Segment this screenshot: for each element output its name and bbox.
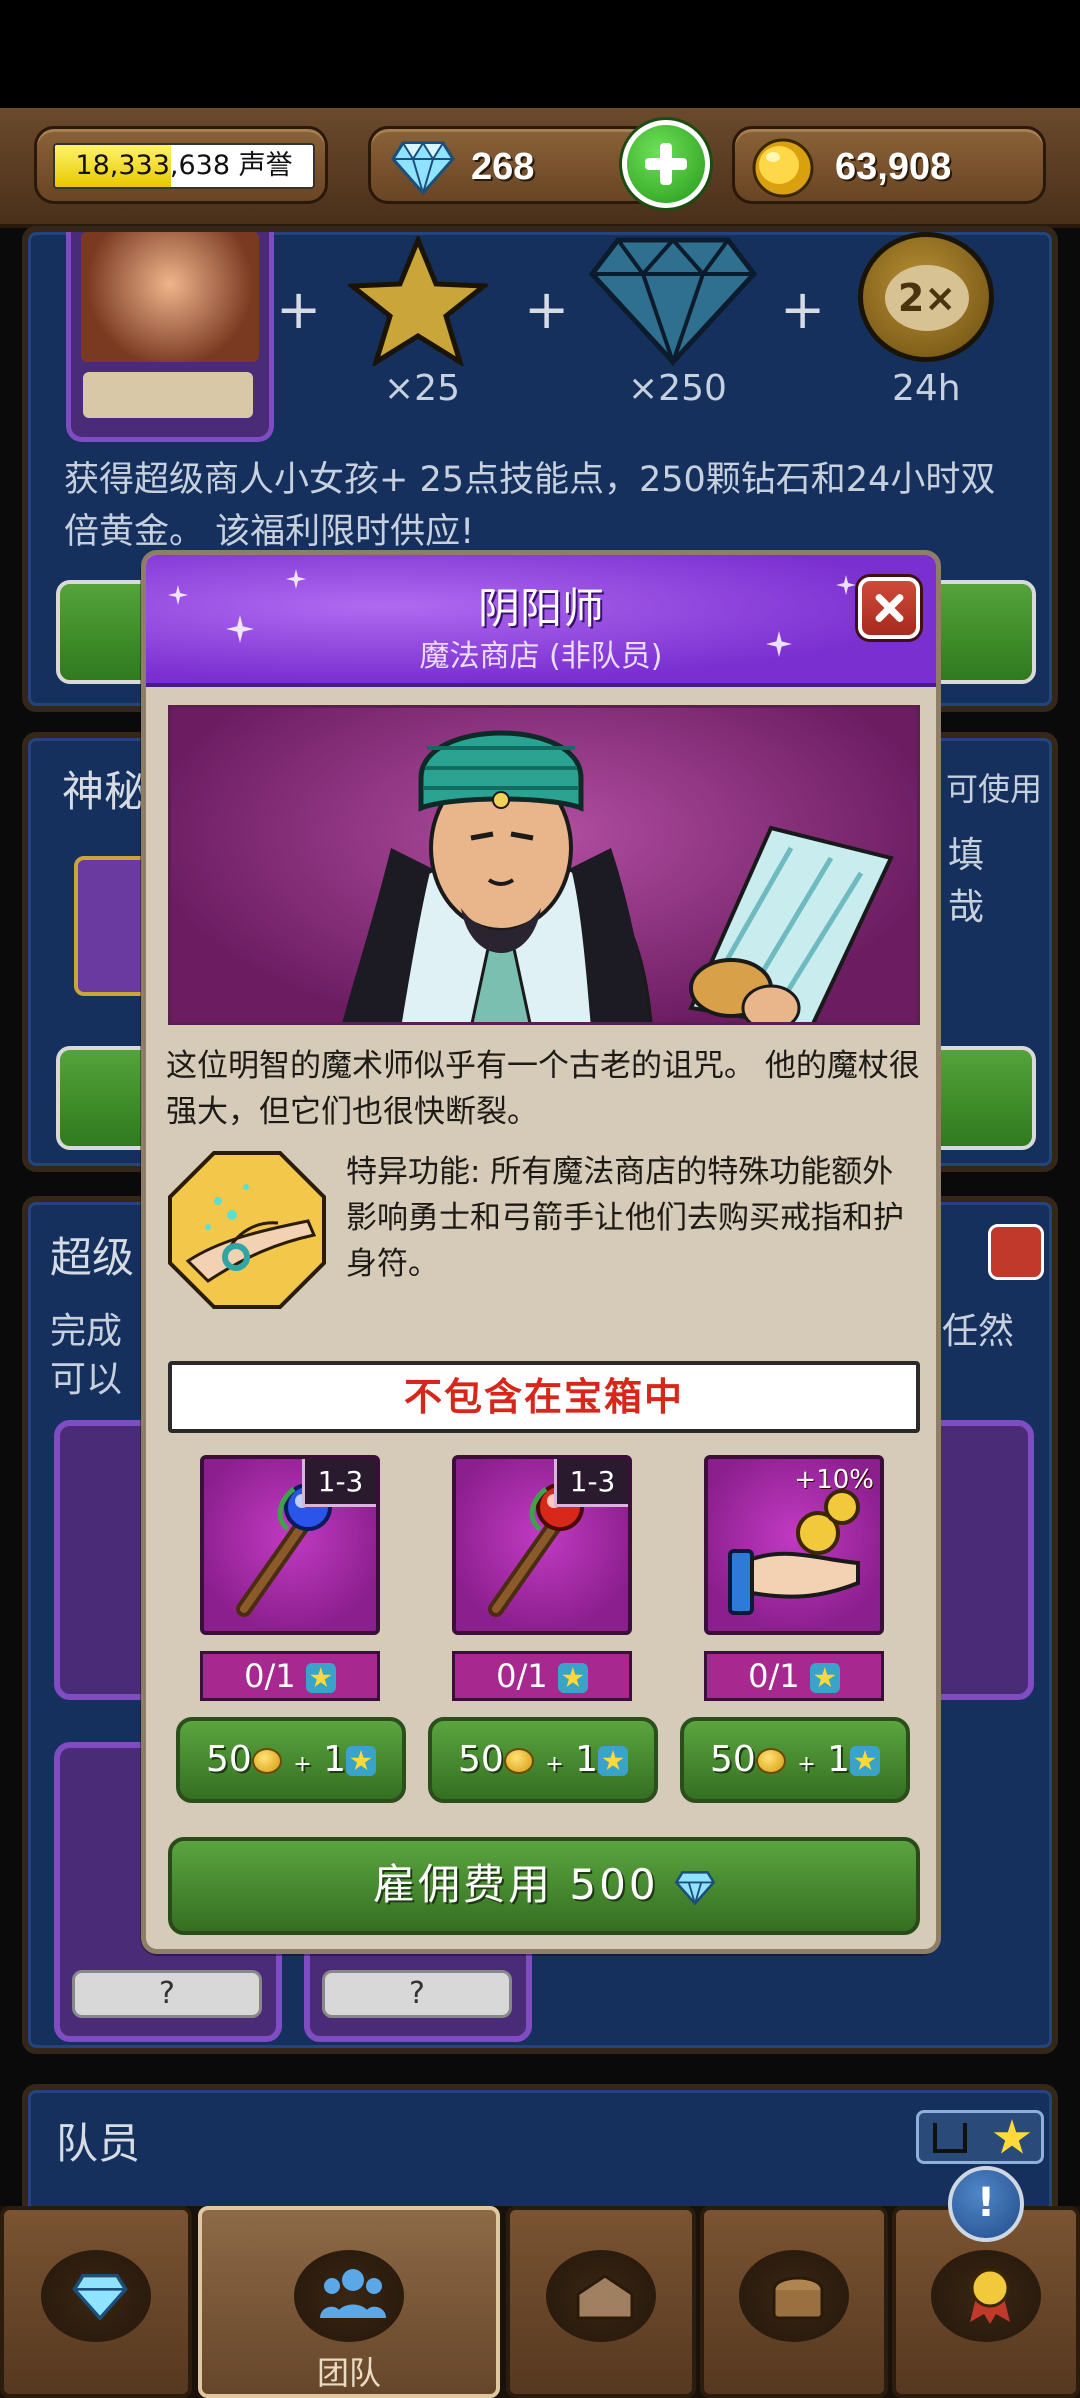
cost-plus: + (293, 1752, 312, 1777)
nav-team[interactable]: 团队 (198, 2206, 500, 2398)
status-area (0, 0, 1080, 110)
diamond-icon (674, 1870, 716, 1907)
super-right-text: 任然 (942, 1311, 1015, 1352)
slot-unknown-label: ? (322, 1970, 512, 2018)
nav-team-label: 团队 (316, 2354, 381, 2392)
mystery-right-1: 可使用 (946, 770, 1043, 808)
upgrade-count-value: 0/1 (244, 1657, 296, 1695)
big-diamond-icon (588, 236, 758, 366)
modal-subtitle: 魔法商店 (非队员) (419, 639, 663, 674)
cost-star: 1 (323, 1739, 347, 1780)
super-title: 超级 (50, 1233, 135, 1282)
gold-coin-icon (503, 1748, 534, 1774)
cost-gold: 50 (709, 1739, 756, 1780)
nav-shop[interactable] (0, 2206, 192, 2398)
red-staff-upgrade[interactable]: 1-3 (452, 1455, 632, 1635)
hero-portrait (168, 705, 920, 1025)
super-text-2: 可以 (50, 1359, 123, 1400)
not-in-chest-banner: 不包含在宝箱中 (168, 1361, 920, 1433)
mystery-right-3: 哉 (948, 887, 985, 928)
cost-plus: + (797, 1752, 816, 1777)
upgrade-count-value: 0/1 (748, 1657, 800, 1695)
merchant-girl-card (66, 232, 274, 442)
special-ability-text: 特异功能: 所有魔法商店的特殊功能额外影响勇士和弓箭手让他们去购买戒指和护身符。 (346, 1154, 904, 1282)
gold-pill[interactable]: 63,908 (732, 126, 1046, 204)
ring-ability-icon (168, 1151, 326, 1309)
skill-star-icon (850, 1746, 881, 1776)
modal-header: 阴阳师 魔法商店 (非队员) (146, 555, 936, 687)
chest-icon (772, 2276, 824, 2320)
bottom-nav: 团队 (0, 2206, 1080, 2398)
team-sort-buttons[interactable] (916, 2110, 1044, 2164)
nav-chest[interactable] (700, 2206, 888, 2398)
diamond-icon (391, 141, 455, 195)
nav-town[interactable] (506, 2206, 696, 2398)
gems-count: 268 (471, 146, 535, 188)
gold-count: 63,908 (835, 146, 952, 188)
plus-sign: + (780, 278, 826, 341)
medal-icon (970, 2268, 1010, 2324)
cost-plus: + (545, 1752, 564, 1777)
gold-coin-icon (755, 1748, 786, 1774)
plus-sign: + (276, 278, 322, 341)
help-button[interactable]: ! (948, 2166, 1024, 2242)
star-icon[interactable] (993, 2119, 1031, 2154)
gold-coin-icon (251, 1748, 282, 1774)
cost-gold: 50 (457, 1739, 504, 1780)
buy-upgrade-button[interactable]: 50 + 1 (428, 1717, 658, 1803)
cost-star: 1 (575, 1739, 599, 1780)
reputation-meter: 18,333,638 声誉 (53, 143, 315, 189)
price-bonus-upgrade[interactable]: +10% (704, 1455, 884, 1635)
hero-description: 这位明智的魔术师似乎有一个古老的诅咒。 他的魔杖很强大，但它们也很快断裂。 (166, 1048, 920, 1130)
double-gold-coin-icon: 2× (858, 232, 994, 362)
skill-star-icon (809, 1663, 840, 1693)
hire-button[interactable]: 雇佣费用 500 (168, 1837, 920, 1935)
hire-label: 雇佣费用 500 (373, 1860, 659, 1909)
offer-star-multiplier: ×25 (384, 368, 460, 409)
double-gold-badge: 2× (885, 265, 969, 331)
offer-diamond-multiplier: ×250 (628, 368, 727, 409)
reputation-value: 18,333,638 声誉 (75, 150, 293, 181)
upgrade-count: 0/1 (452, 1651, 632, 1701)
super-close-icon[interactable] (988, 1224, 1044, 1280)
modal-title: 阴阳师 (477, 584, 604, 633)
super-text: 完成 (50, 1311, 123, 1352)
level-range-tag: 1-3 (302, 1459, 376, 1507)
offer-duration: 24h (892, 368, 961, 409)
merchant-girl-portrait (81, 232, 259, 362)
hero-detail-modal: 阴阳师 魔法商店 (非队员) 这位明智的魔术师似乎有一个古老的诅咒。 他的魔杖很… (141, 550, 941, 1954)
bonus-percent-tag: +10% (794, 1465, 874, 1495)
skill-star-icon (346, 1746, 377, 1776)
sorcerer-illustration (342, 730, 894, 1022)
reputation-pill[interactable]: 18,333,638 声誉 (34, 126, 328, 204)
plus-sign: + (524, 278, 570, 341)
town-icon (576, 2274, 634, 2320)
mystery-title: 神秘 (62, 767, 147, 816)
slot-unknown-label: ? (72, 1970, 262, 2018)
skill-icons-strip (83, 372, 253, 418)
level-range-tag: 1-3 (554, 1459, 628, 1507)
offer-description: 获得超级商人小女孩+ 25点技能点，250颗钻石和24小时双倍黄金。 该福利限时… (64, 460, 996, 552)
cost-star: 1 (827, 1739, 851, 1780)
blue-staff-upgrade[interactable]: 1-3 (200, 1455, 380, 1635)
upgrade-count: 0/1 (200, 1651, 380, 1701)
skill-star-icon (598, 1746, 629, 1776)
diamond-icon (72, 2274, 128, 2320)
resource-bar: 18,333,638 声誉 268 63,908 (0, 108, 1080, 228)
skill-star-icon (305, 1663, 336, 1693)
buy-gems-plus-button[interactable] (622, 120, 710, 208)
skill-star-icon (557, 1663, 588, 1693)
team-icon (320, 2269, 386, 2318)
upgrade-count-value: 0/1 (496, 1657, 548, 1695)
home-icon[interactable] (933, 2123, 967, 2153)
close-button[interactable] (858, 577, 920, 639)
buy-upgrade-button[interactable]: 50 + 1 (176, 1717, 406, 1803)
buy-upgrade-button[interactable]: 50 + 1 (680, 1717, 910, 1803)
star-icon (348, 236, 488, 366)
team-title: 队员 (56, 2119, 141, 2168)
gold-coin-icon (752, 138, 814, 198)
cost-gold: 50 (205, 1739, 252, 1780)
upgrade-count: 0/1 (704, 1651, 884, 1701)
mystery-right-2: 填 (948, 835, 985, 876)
